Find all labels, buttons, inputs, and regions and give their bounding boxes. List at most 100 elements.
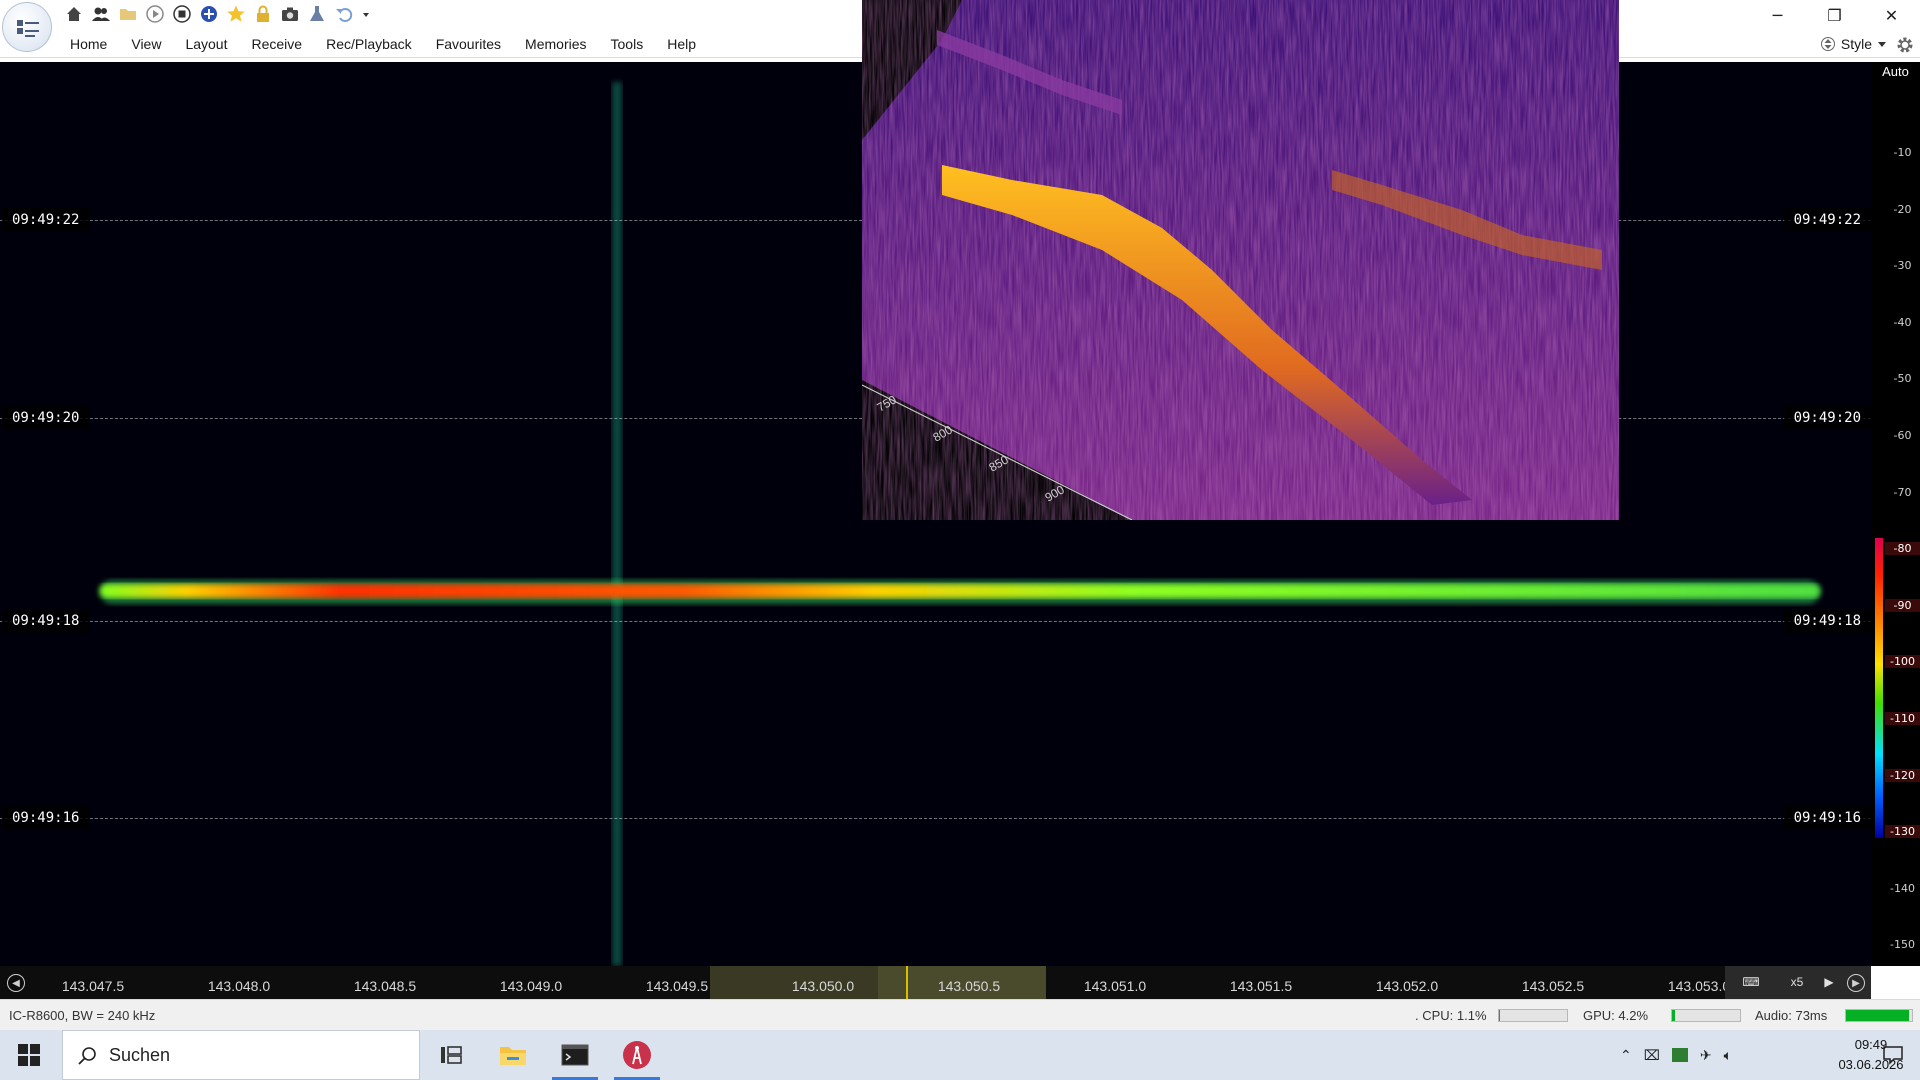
audio-status: Audio: 73ms xyxy=(1755,1008,1828,1023)
scale-tick: -60 xyxy=(1893,429,1912,442)
file-explorer-button[interactable] xyxy=(484,1030,542,1080)
frequency-tools: ⌨ x5 ▶ ▶ xyxy=(1725,966,1871,999)
star-icon[interactable] xyxy=(226,4,246,24)
menu-item-view[interactable]: View xyxy=(119,30,173,58)
scale-tick: -30 xyxy=(1893,259,1912,273)
scale-tick: -20 xyxy=(1893,202,1912,216)
menu-item-tools[interactable]: Tools xyxy=(599,30,656,58)
search-placeholder: Suchen xyxy=(109,1045,171,1065)
frequency-label: 143.048.5 xyxy=(353,978,417,994)
volume-icon[interactable]: 🔈︎ xyxy=(1724,1047,1732,1064)
cpu-meter-fill xyxy=(1499,1010,1501,1021)
menu-item-favourites[interactable]: Favourites xyxy=(424,30,513,58)
frequency-ruler[interactable]: 143.047.5 143.048.0 143.048.5 143.049.0 143.… xyxy=(30,966,1730,999)
menu-item-memories[interactable]: Memories xyxy=(513,30,598,58)
scroll-right-button[interactable]: ▶ xyxy=(1847,974,1865,992)
gpu-tray-icon[interactable] xyxy=(1671,1048,1688,1062)
tuning-cursor[interactable] xyxy=(906,966,908,999)
scale-tick: -90 xyxy=(1885,598,1920,612)
audio-meter-fill xyxy=(1846,1010,1909,1021)
menu-item-rec-playback[interactable]: Rec/Playback xyxy=(314,30,424,58)
undo-icon[interactable] xyxy=(334,4,354,24)
level-scale[interactable]: Auto -10 -20 -30 -40 -50 -60 -70 -80 -90 -100 -110… xyxy=(1871,62,1920,966)
signal-trace xyxy=(100,580,1820,604)
taskbar-search-box[interactable]: Suchen xyxy=(62,1030,420,1080)
cpu-status: . CPU: 1.1% xyxy=(1415,1008,1487,1023)
start-button[interactable] xyxy=(0,1030,58,1080)
time-label-left: 09:49:16 xyxy=(2,806,90,830)
home-icon[interactable] xyxy=(64,4,84,24)
menu-item-home[interactable]: Home xyxy=(58,30,119,58)
lock-icon[interactable] xyxy=(253,4,273,24)
frequency-axis[interactable]: ◀ 143.047.5 143.048.0 143.048.5 143.049.0 14… xyxy=(0,966,1871,999)
system-tray: ⌃ ⌧ ✈ 🔈︎ xyxy=(1620,1030,1732,1080)
status-bar: IC-R8600, BW = 240 kHz . CPU: 1.1% GPU: … xyxy=(0,999,1920,1030)
terminal-icon xyxy=(561,1044,589,1066)
style-arrows-icon xyxy=(1820,37,1835,51)
camera-icon[interactable] xyxy=(280,4,300,24)
frequency-label: 143.049.5 xyxy=(645,978,709,994)
scale-tick: -70 xyxy=(1893,485,1912,499)
frequency-label: 143.052.0 xyxy=(1375,978,1439,994)
time-gridline xyxy=(0,818,1871,819)
auto-scale-button[interactable]: Auto xyxy=(1871,64,1920,79)
gpu-status: GPU: 4.2% xyxy=(1583,1008,1649,1023)
frequency-label: 143.047.5 xyxy=(61,978,125,994)
3d-spectrum-view[interactable]: 750 800 850 900 xyxy=(862,0,1619,520)
folder-icon[interactable] xyxy=(118,4,138,24)
frequency-label: 143.052.5 xyxy=(1521,978,1585,994)
plus-icon[interactable] xyxy=(199,4,219,24)
frequency-label: 143.051.0 xyxy=(1083,978,1147,994)
menu-item-help[interactable]: Help xyxy=(655,30,708,58)
time-gridline xyxy=(0,621,1871,622)
time-label-right: 09:49:18 xyxy=(1783,609,1871,633)
scale-tick: -10 xyxy=(1893,146,1912,159)
style-menu[interactable]: Style xyxy=(1820,30,1886,58)
time-label-left: 09:49:22 xyxy=(2,208,90,232)
search-icon xyxy=(78,1047,96,1065)
scale-tick: -140 xyxy=(1890,881,1915,895)
frequency-label: 143.048.0 xyxy=(207,978,271,994)
zoom-arrow-icon[interactable]: ▶ xyxy=(1817,966,1841,999)
frequency-label: 143.050.5 xyxy=(937,978,1001,994)
quick-access-toolbar xyxy=(64,3,371,25)
scale-tick: -120 xyxy=(1885,768,1920,782)
folder-icon xyxy=(500,1047,526,1065)
frequency-label: 143.050.0 xyxy=(791,978,855,994)
application-menu-button[interactable] xyxy=(2,2,52,52)
zoom-level[interactable]: x5 xyxy=(1777,966,1817,999)
time-label-left: 09:49:18 xyxy=(2,609,90,633)
menu-item-receive[interactable]: Receive xyxy=(240,30,315,58)
close-button[interactable]: ✕ xyxy=(1863,0,1920,30)
gpu-meter-fill xyxy=(1672,1010,1675,1021)
scale-tick: -50 xyxy=(1893,372,1912,386)
dropdown-arrow-icon[interactable] xyxy=(361,4,371,24)
minimize-button[interactable]: ─ xyxy=(1749,0,1806,30)
terminal-button[interactable] xyxy=(546,1030,604,1080)
flask-icon[interactable] xyxy=(307,4,327,24)
airplane-mode-icon[interactable]: ✈ xyxy=(1700,1047,1712,1064)
task-view-button[interactable] xyxy=(422,1030,480,1080)
users-icon[interactable] xyxy=(91,4,111,24)
device-icon[interactable]: ⌧ xyxy=(1644,1047,1660,1064)
scale-tick: -110 xyxy=(1885,712,1920,725)
3d-spectrum-image: 750800850900 xyxy=(862,0,1619,520)
audio-meter xyxy=(1845,1009,1913,1022)
scroll-left-button[interactable]: ◀ xyxy=(7,974,25,992)
sdr-app-button[interactable] xyxy=(608,1030,666,1080)
frequency-label: 143.051.5 xyxy=(1229,978,1293,994)
menu-items: Home View Layout Receive Rec/Playback Favouri… xyxy=(58,30,708,58)
stop-icon[interactable] xyxy=(172,4,192,24)
gear-icon[interactable] xyxy=(1894,34,1916,56)
time-label-right: 09:49:20 xyxy=(1783,406,1871,430)
chevron-up-icon[interactable]: ⌃ xyxy=(1620,1047,1632,1064)
sdr-application-window: ─ ❐ ✕ Home View Layout Receive Rec/Playback F… xyxy=(0,0,1920,1080)
time-label-right: 09:49:22 xyxy=(1783,208,1871,232)
notification-button[interactable] xyxy=(1866,1030,1920,1080)
windows-logo-icon xyxy=(18,1044,40,1066)
keyboard-icon[interactable]: ⌨ xyxy=(1725,966,1777,999)
restore-button[interactable]: ❐ xyxy=(1806,0,1863,30)
menu-item-layout[interactable]: Layout xyxy=(173,30,239,58)
app-menu-icon xyxy=(17,20,39,37)
play-icon[interactable] xyxy=(145,4,165,24)
